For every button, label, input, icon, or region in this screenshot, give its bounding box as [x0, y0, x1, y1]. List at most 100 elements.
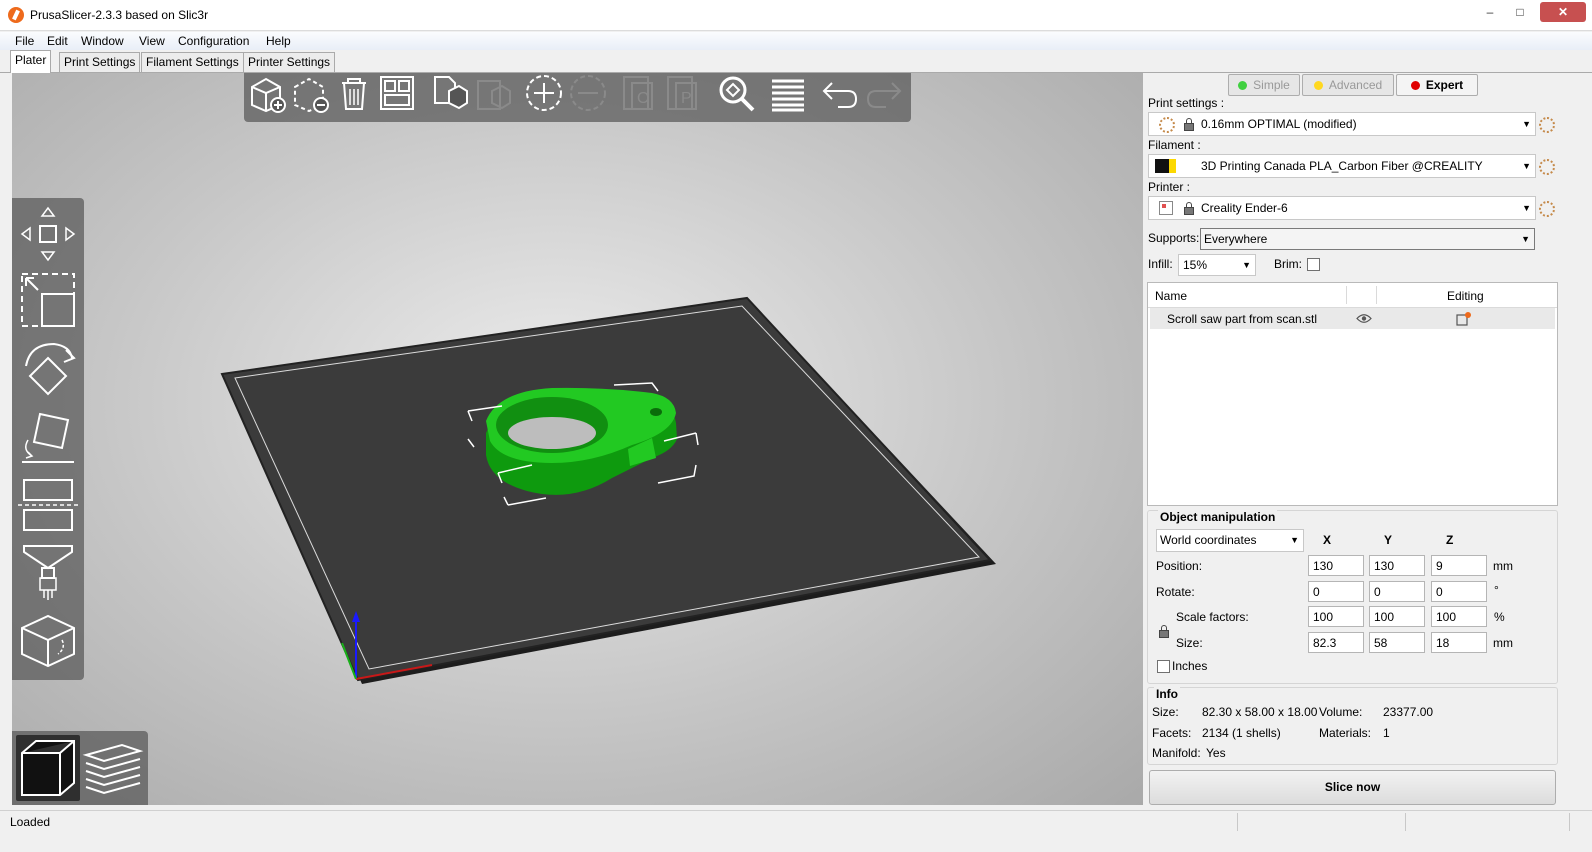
infill-combo[interactable]: 15% ▼: [1178, 254, 1256, 276]
axis-x-header: X: [1323, 533, 1332, 547]
maximize-button[interactable]: □: [1506, 2, 1534, 22]
tab-plater[interactable]: Plater: [10, 50, 52, 73]
position-z-field[interactable]: 9: [1431, 555, 1487, 576]
close-button[interactable]: ✕: [1540, 2, 1586, 22]
filament-label: Filament :: [1148, 138, 1201, 152]
object-list[interactable]: Name Editing Scroll saw part from scan.s…: [1147, 282, 1558, 506]
menu-file[interactable]: File: [15, 34, 34, 48]
filament-color-swatch: [1155, 159, 1169, 173]
scale-label: Scale factors:: [1176, 610, 1249, 624]
3d-scene[interactable]: O P: [12, 73, 1143, 805]
3d-view-icon: [21, 740, 75, 796]
info-materials-value: 1: [1383, 726, 1390, 740]
axis-y-header: Y: [1384, 533, 1393, 547]
rotate-y-field[interactable]: 0: [1369, 581, 1425, 602]
size-z-field[interactable]: 18: [1431, 632, 1487, 653]
status-bar: Loaded: [0, 810, 1592, 833]
split-objects-icon[interactable]: O: [620, 73, 660, 113]
3d-view-button[interactable]: [16, 735, 80, 801]
list-item[interactable]: Scroll saw part from scan.stl: [1150, 308, 1555, 329]
info-manifold-value: Yes: [1206, 746, 1226, 760]
slice-now-button[interactable]: Slice now: [1149, 770, 1556, 805]
tab-printer-settings[interactable]: Printer Settings: [243, 52, 336, 72]
edit-preset-icon[interactable]: [1539, 117, 1555, 133]
preview-button[interactable]: [82, 735, 144, 801]
arrange-icon[interactable]: [377, 73, 417, 113]
delete-all-icon[interactable]: [334, 73, 374, 113]
3d-object-icon[interactable]: [18, 610, 78, 670]
redo-icon[interactable]: [864, 73, 904, 113]
layer-editing-icon[interactable]: [768, 73, 808, 113]
size-y-field[interactable]: 58: [1369, 632, 1425, 653]
add-instance-icon[interactable]: [524, 73, 564, 113]
tab-print-settings[interactable]: Print Settings: [59, 52, 141, 72]
menu-help[interactable]: Help: [266, 34, 291, 48]
inches-label: Inches: [1172, 659, 1208, 673]
supports-combo[interactable]: Everywhere ▼: [1200, 228, 1535, 250]
expert-mode-dot-icon: [1410, 81, 1420, 90]
size-x-field[interactable]: 82.3: [1308, 632, 1364, 653]
inches-checkbox[interactable]: [1157, 660, 1170, 673]
add-icon[interactable]: [248, 73, 288, 113]
edit-printer-icon[interactable]: [1539, 201, 1555, 217]
menu-configuration[interactable]: Configuration: [178, 34, 249, 48]
printer-combo[interactable]: Creality Ender-6 ▼: [1148, 196, 1536, 220]
scale-x-field[interactable]: 100: [1308, 606, 1364, 627]
position-y-field[interactable]: 130: [1369, 555, 1425, 576]
chevron-down-icon: ▼: [1242, 260, 1251, 270]
column-name[interactable]: Name: [1155, 289, 1187, 303]
filament-combo[interactable]: 3D Printing Canada PLA_Carbon Fiber @CRE…: [1148, 154, 1536, 178]
rotate-z-field[interactable]: 0: [1431, 581, 1487, 602]
simple-mode-dot-icon: [1238, 81, 1248, 90]
menu-window[interactable]: Window: [81, 34, 124, 48]
chevron-down-icon: ▼: [1522, 161, 1531, 171]
tab-bar: Plater Print Settings Filament Settings …: [0, 50, 1592, 73]
menu-view[interactable]: View: [139, 34, 165, 48]
move-icon[interactable]: [18, 204, 78, 264]
view-toolbar: [12, 731, 148, 805]
menu-edit[interactable]: Edit: [47, 34, 68, 48]
edit-settings-icon[interactable]: [1456, 311, 1472, 326]
print-settings-combo[interactable]: 0.16mm OPTIMAL (modified) ▼: [1148, 112, 1536, 136]
scale-icon[interactable]: [18, 270, 78, 330]
info-size-label: Size:: [1152, 705, 1179, 719]
position-x-field[interactable]: 130: [1308, 555, 1364, 576]
advanced-mode-dot-icon: [1313, 81, 1323, 90]
mode-advanced-button[interactable]: Advanced: [1302, 74, 1394, 96]
chevron-down-icon: ▼: [1522, 119, 1531, 129]
search-icon[interactable]: [716, 73, 756, 113]
scale-z-field[interactable]: 100: [1431, 606, 1487, 627]
brim-label: Brim:: [1274, 257, 1302, 271]
scale-y-field[interactable]: 100: [1369, 606, 1425, 627]
position-label: Position:: [1156, 559, 1203, 573]
uniform-scale-lock-icon[interactable]: [1159, 625, 1169, 638]
column-editing[interactable]: Editing: [1447, 289, 1484, 303]
delete-selected-icon[interactable]: [291, 73, 331, 113]
app-logo-icon: [8, 7, 24, 23]
minimize-button[interactable]: –: [1476, 2, 1504, 22]
size-unit: mm: [1493, 636, 1513, 650]
paint-supports-icon[interactable]: [18, 542, 78, 602]
position-unit: mm: [1493, 559, 1513, 573]
eye-icon[interactable]: [1356, 313, 1372, 324]
place-on-face-icon[interactable]: [18, 406, 78, 466]
copy-icon[interactable]: [429, 73, 469, 113]
rotate-icon[interactable]: [18, 338, 78, 398]
cut-icon[interactable]: [18, 474, 78, 534]
status-text: Loaded: [10, 815, 51, 829]
brim-checkbox[interactable]: [1307, 258, 1320, 271]
tab-filament-settings[interactable]: Filament Settings: [141, 52, 244, 72]
info-materials-label: Materials:: [1319, 726, 1372, 740]
mode-expert-button[interactable]: Expert: [1396, 74, 1478, 96]
remove-instance-icon[interactable]: [568, 73, 608, 113]
rotate-x-field[interactable]: 0: [1308, 581, 1364, 602]
split-parts-icon[interactable]: P: [664, 73, 704, 113]
preview-icon: [82, 743, 144, 795]
paste-icon[interactable]: [472, 73, 512, 113]
undo-icon[interactable]: [820, 73, 860, 113]
mode-simple-button[interactable]: Simple: [1228, 74, 1300, 96]
edit-filament-icon[interactable]: [1539, 159, 1555, 175]
coordinate-system-combo[interactable]: World coordinates ▼: [1156, 529, 1304, 552]
scale-unit: %: [1494, 610, 1505, 624]
info-volume-value: 23377.00: [1383, 705, 1434, 719]
